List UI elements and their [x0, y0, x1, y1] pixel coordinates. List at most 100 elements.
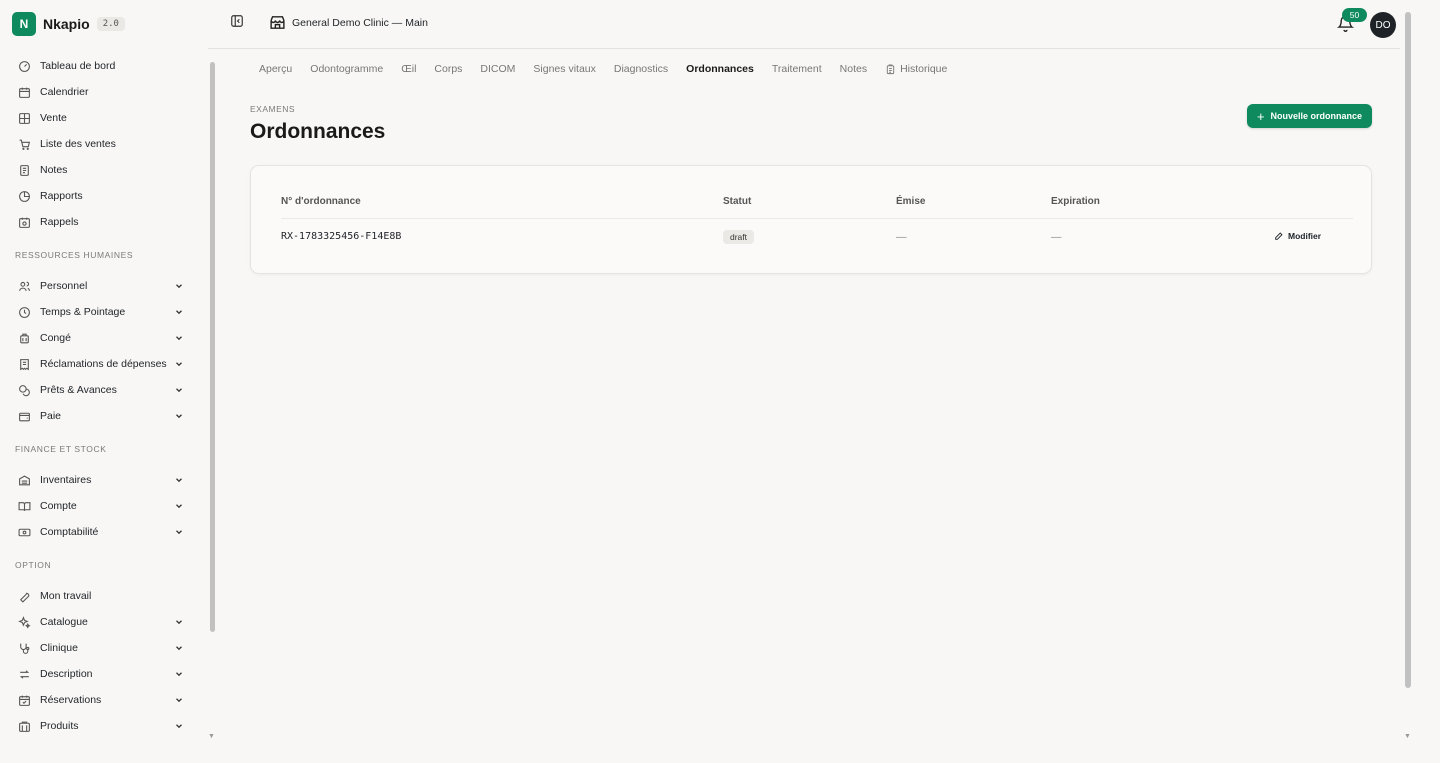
sidebar-item-label: Congé — [40, 332, 71, 344]
section-label-option: OPTION — [15, 560, 52, 570]
sidebar-item-reclamations-depenses[interactable]: Réclamations de dépenses — [0, 351, 208, 377]
chevron-down-icon[interactable] — [174, 333, 184, 343]
sidebar-item-label: Clinique — [40, 642, 78, 654]
sidebar-item-label: Personnel — [40, 280, 88, 292]
new-prescription-label: Nouvelle ordonnance — [1270, 111, 1363, 121]
sidebar-item-personnel[interactable]: Personnel — [0, 273, 208, 299]
main-scrollbar[interactable] — [1405, 12, 1411, 688]
arrows-icon — [18, 668, 31, 681]
sidebar-item-calendrier[interactable]: Calendrier — [0, 79, 208, 105]
store-icon — [270, 16, 285, 29]
warehouse-icon — [18, 474, 31, 487]
tab-corps[interactable]: Corps — [434, 63, 462, 75]
chevron-down-icon[interactable] — [174, 475, 184, 485]
tab-traitement[interactable]: Traitement — [772, 63, 822, 75]
chevron-down-icon[interactable] — [174, 643, 184, 653]
edit-button[interactable]: Modifier — [1274, 231, 1321, 241]
sidebar-toggle-icon[interactable] — [230, 14, 244, 28]
tab-diagnostics[interactable]: Diagnostics — [614, 63, 668, 75]
sidebar-item-clinique[interactable]: Clinique — [0, 635, 208, 661]
sidebar-item-label: Paie — [40, 410, 62, 422]
sidebar-item-inventaires[interactable]: Inventaires — [0, 467, 208, 493]
issued-date: — — [896, 231, 907, 243]
tab-oeil[interactable]: Œil — [401, 63, 416, 75]
sidebar-item-label: Rappels — [40, 216, 79, 228]
clinic-name[interactable]: General Demo Clinic — Main — [292, 17, 428, 29]
sidebar-item-label: Rapports — [40, 190, 83, 202]
chevron-down-icon[interactable] — [174, 281, 184, 291]
sidebar-item-label: Réclamations de dépenses — [40, 358, 167, 370]
tab-dicom[interactable]: DICOM — [480, 63, 515, 75]
sidebar-item-label: Catalogue — [40, 616, 88, 628]
sidebar-scroll-down-arrow[interactable]: ▼ — [208, 733, 215, 740]
sidebar-item-tableau-de-bord[interactable]: Tableau de bord — [0, 53, 208, 79]
dashboard-icon — [18, 60, 31, 73]
section-label-finance: FINANCE ET STOCK — [15, 444, 107, 454]
avatar[interactable]: DO — [1370, 12, 1396, 38]
stethoscope-icon — [18, 642, 31, 655]
tab-signes-vitaux[interactable]: Signes vitaux — [533, 63, 595, 75]
cart-icon — [18, 138, 31, 151]
sidebar-item-reservations[interactable]: Réservations — [0, 687, 208, 713]
prescriptions-table: N° d'ordonnance Statut Émise Expiration … — [250, 165, 1372, 274]
sidebar-item-label: Notes — [40, 164, 68, 176]
tab-apercu[interactable]: Aperçu — [259, 63, 292, 75]
users-icon — [18, 280, 31, 293]
app-logo: N — [12, 12, 36, 36]
calendar-clock-icon — [18, 216, 31, 229]
brand[interactable]: N Nkapio 2.0 — [12, 12, 125, 36]
chevron-down-icon[interactable] — [174, 527, 184, 537]
sidebar-scrollbar[interactable] — [210, 62, 215, 632]
sidebar-item-conge[interactable]: Congé — [0, 325, 208, 351]
sidebar-item-temps-pointage[interactable]: Temps & Pointage — [0, 299, 208, 325]
sidebar-item-notes[interactable]: Notes — [0, 157, 208, 183]
sidebar-item-paie[interactable]: Paie — [0, 403, 208, 429]
sidebar-item-produits[interactable]: Produits — [0, 713, 208, 739]
chevron-down-icon[interactable] — [174, 617, 184, 627]
sidebar-item-label: Réservations — [40, 694, 102, 706]
sidebar-item-catalogue[interactable]: Catalogue — [0, 609, 208, 635]
column-header-expiration: Expiration — [1051, 196, 1100, 207]
sidebar-item-mon-travail[interactable]: Mon travail — [0, 583, 208, 609]
sidebar-item-compte[interactable]: Compte — [0, 493, 208, 519]
chevron-down-icon[interactable] — [174, 501, 184, 511]
sidebar-item-label: Description — [40, 668, 93, 680]
sidebar-item-rapports[interactable]: Rapports — [0, 183, 208, 209]
chevron-down-icon[interactable] — [174, 307, 184, 317]
sidebar-item-label: Compte — [40, 500, 77, 512]
main-scroll-down-arrow[interactable]: ▼ — [1404, 733, 1411, 740]
sidebar-item-prets-avances[interactable]: Prêts & Avances — [0, 377, 208, 403]
sidebar-item-description[interactable]: Description — [0, 661, 208, 687]
tab-historique[interactable]: Historique — [885, 63, 947, 75]
prescription-number: RX-1783325456-F14E8B — [281, 231, 402, 242]
sidebar-item-label: Temps & Pointage — [40, 306, 126, 318]
sidebar-item-label: Calendrier — [40, 86, 89, 98]
chevron-down-icon[interactable] — [174, 411, 184, 421]
chevron-down-icon[interactable] — [174, 721, 184, 731]
edit-label: Modifier — [1288, 231, 1322, 241]
page-eyebrow: EXAMENS — [250, 104, 296, 114]
chevron-down-icon[interactable] — [174, 669, 184, 679]
status-badge: draft — [723, 230, 755, 244]
tab-ordonnances[interactable]: Ordonnances — [686, 63, 754, 75]
sidebar-item-liste-des-ventes[interactable]: Liste des ventes — [0, 131, 208, 157]
chevron-down-icon[interactable] — [174, 359, 184, 369]
luggage-icon — [18, 332, 31, 345]
chevron-down-icon[interactable] — [174, 695, 184, 705]
new-prescription-button[interactable]: + Nouvelle ordonnance — [1247, 104, 1372, 128]
notification-badge: 50 — [1342, 8, 1367, 22]
chevron-down-icon[interactable] — [174, 385, 184, 395]
section-label-hr: RESSOURCES HUMAINES — [15, 250, 134, 260]
table-divider — [281, 218, 1353, 219]
note-icon — [18, 164, 31, 177]
tab-odontogramme[interactable]: Odontogramme — [310, 63, 383, 75]
column-header-issued: Émise — [896, 196, 926, 207]
sidebar-item-comptabilite[interactable]: Comptabilité — [0, 519, 208, 545]
page-title: Ordonnances — [250, 120, 386, 143]
tab-notes[interactable]: Notes — [840, 63, 867, 75]
exam-tabs: Aperçu Odontogramme Œil Corps DICOM Sign… — [259, 63, 965, 75]
receipt-icon — [18, 358, 31, 371]
clipboard-icon — [886, 63, 895, 74]
sidebar-item-rappels[interactable]: Rappels — [0, 209, 208, 235]
sidebar-item-vente[interactable]: Vente — [0, 105, 208, 131]
